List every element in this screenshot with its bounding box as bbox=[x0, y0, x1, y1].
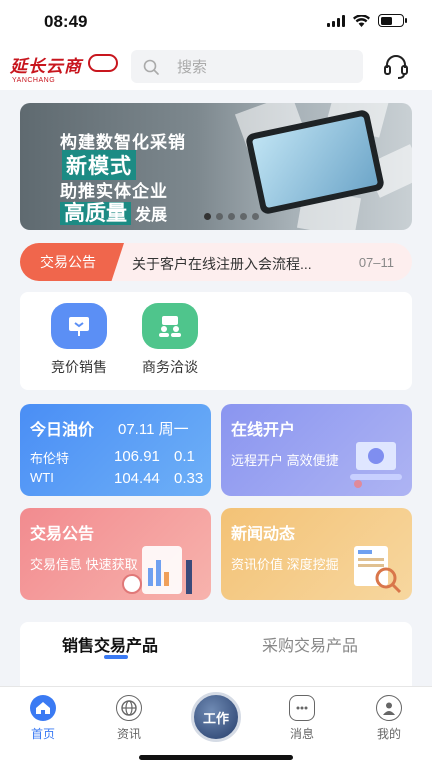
carousel-dot[interactable] bbox=[252, 213, 259, 220]
notice-ticker[interactable]: 交易公告 关于客户在线注册入会流程... 07–11 bbox=[20, 243, 412, 281]
tab-label: 消息 bbox=[289, 727, 314, 741]
tab-underline bbox=[104, 655, 128, 659]
home-icon bbox=[30, 695, 56, 721]
carousel-dot[interactable] bbox=[240, 213, 247, 220]
card-subtitle: 资讯价值 深度挖掘 bbox=[231, 557, 339, 572]
quick-action-bidding-sales[interactable]: 竞价销售 bbox=[44, 303, 114, 377]
news-illustration bbox=[354, 546, 402, 594]
quick-action-label: 商务洽谈 bbox=[142, 359, 198, 375]
banner-line-4: 高质量 发展 bbox=[60, 197, 167, 227]
carousel-dot[interactable] bbox=[216, 213, 223, 220]
cellular-signal-icon bbox=[327, 14, 345, 27]
tab-label: 资讯 bbox=[116, 727, 141, 741]
quick-action-label: 竞价销售 bbox=[51, 359, 107, 375]
card-title: 在线开户 bbox=[231, 422, 296, 439]
trade-notice-illustration bbox=[122, 546, 192, 594]
search-icon bbox=[143, 59, 159, 75]
globe-icon bbox=[116, 695, 142, 721]
notice-date: 07–11 bbox=[358, 255, 394, 270]
banner-line-2: 新模式 bbox=[62, 150, 136, 180]
search-input[interactable]: 搜索 bbox=[131, 50, 363, 83]
negotiation-icon bbox=[142, 303, 198, 349]
tab-label: 我的 bbox=[376, 727, 401, 741]
brand-logo: 延长云商 YANCHANG bbox=[10, 52, 120, 84]
quick-actions: 竞价销售 商务洽谈 bbox=[20, 292, 412, 390]
online-account-illustration bbox=[350, 442, 402, 488]
tab-mine[interactable]: 我的 bbox=[359, 695, 419, 742]
promo-banner[interactable]: 构建数智化采销 新模式 助推实体企业 高质量 发展 bbox=[20, 103, 412, 230]
home-indicator bbox=[139, 755, 293, 760]
tab-home[interactable]: 首页 bbox=[13, 695, 73, 742]
card-title: 交易公告 bbox=[30, 526, 95, 543]
header: 延长云商 YANCHANG 搜索 bbox=[0, 44, 432, 90]
work-button-label: 工作 bbox=[202, 710, 229, 726]
trade-notice-card[interactable]: 交易公告 交易信息 快速获取 bbox=[20, 508, 211, 600]
status-time: 08:49 bbox=[44, 12, 88, 31]
news-card[interactable]: 新闻动态 资讯价值 深度挖掘 bbox=[221, 508, 412, 600]
chat-icon bbox=[289, 695, 315, 721]
tab-label: 首页 bbox=[30, 727, 55, 741]
status-icons bbox=[327, 14, 407, 27]
oil-price-card[interactable]: 今日油价 07.11 周一 布伦特 106.91 0.1 WTI 104.44 … bbox=[20, 404, 211, 496]
carousel-dot[interactable] bbox=[204, 213, 211, 220]
battery-icon bbox=[378, 14, 407, 27]
headset-icon[interactable] bbox=[382, 52, 410, 80]
tab-info[interactable]: 资讯 bbox=[99, 695, 159, 742]
notice-text[interactable]: 关于客户在线注册入会流程... bbox=[132, 254, 342, 274]
card-title: 今日油价 bbox=[30, 422, 95, 439]
work-button[interactable]: 工作 bbox=[191, 692, 241, 742]
oil-price-date: 07.11 周一 bbox=[118, 421, 189, 438]
status-bar: 08:49 bbox=[0, 0, 432, 44]
bidding-icon bbox=[51, 303, 107, 349]
tab-purchase-products[interactable]: 采购交易产品 bbox=[262, 632, 358, 656]
card-subtitle: 远程开户 高效便捷 bbox=[231, 453, 339, 468]
online-account-card[interactable]: 在线开户 远程开户 高效便捷 bbox=[221, 404, 412, 496]
user-icon bbox=[376, 695, 402, 721]
tab-messages[interactable]: 消息 bbox=[272, 695, 332, 742]
tab-sales-products[interactable]: 销售交易产品 bbox=[62, 632, 158, 656]
wifi-icon bbox=[353, 14, 370, 27]
quick-action-business-negotiation[interactable]: 商务洽谈 bbox=[135, 303, 205, 377]
search-placeholder: 搜索 bbox=[177, 59, 208, 76]
carousel-dot[interactable] bbox=[228, 213, 235, 220]
products-section: 销售交易产品 采购交易产品 bbox=[20, 622, 412, 692]
card-title: 新闻动态 bbox=[231, 526, 296, 543]
notice-tag: 交易公告 bbox=[20, 243, 124, 281]
carousel-dots[interactable] bbox=[204, 213, 259, 220]
